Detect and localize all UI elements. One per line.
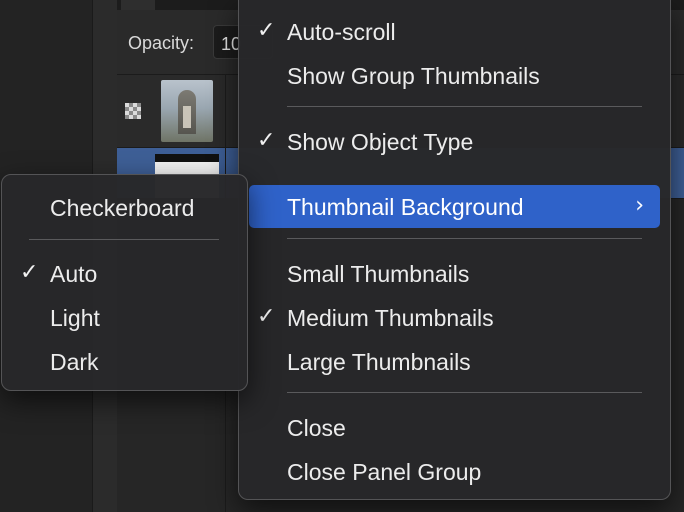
menu-item-medium-thumbnails[interactable]: ✓ Medium Thumbnails [249,296,660,338]
menu-item-show-object-type[interactable]: ✓ Show Object Type [249,120,660,162]
menu-item-label: Thumbnail Background [287,194,524,220]
menu-item-label: Medium Thumbnails [287,305,494,331]
layer-thumbnail [161,80,213,142]
menu-item-label: Close Panel Group [287,459,482,485]
menu-item-small-thumbnails[interactable]: Small Thumbnails [249,252,660,294]
checkerboard-icon[interactable] [125,103,141,119]
menu-item-show-group-thumbnails[interactable]: Show Group Thumbnails [249,54,660,96]
menu-separator [29,239,219,240]
menu-item-label: Auto-scroll [287,19,396,45]
menu-item-label: Auto [50,261,98,287]
layers-panel-menu: ✓ Auto-scroll Show Group Thumbnails ✓ Sh… [238,0,671,500]
menu-item-large-thumbnails[interactable]: Large Thumbnails [249,340,660,382]
panel-tab[interactable] [121,0,155,10]
menu-item-close[interactable]: Close [249,406,660,448]
menu-separator [287,392,642,393]
chevron-right-icon: › [635,193,644,218]
menu-item-label: Dark [50,349,99,375]
menu-item-auto-scroll[interactable]: ✓ Auto-scroll [249,10,660,52]
menu-separator [287,106,642,107]
menu-item-label: Large Thumbnails [287,349,471,375]
menu-item-thumbnail-background[interactable]: Thumbnail Background › [249,185,660,228]
checkmark-icon: ✓ [20,260,39,285]
menu-item-label: Light [50,305,100,331]
checkmark-icon: ✓ [257,128,276,153]
menu-item-label: Checkerboard [50,195,195,221]
menu-item-close-panel-group[interactable]: Close Panel Group [249,450,660,492]
opacity-label: Opacity: [128,33,195,53]
checkmark-icon: ✓ [257,304,276,329]
menu-item-label: Small Thumbnails [287,261,470,287]
submenu-item-auto[interactable]: ✓ Auto [12,252,237,294]
menu-item-label: Show Object Type [287,129,474,155]
thumbnail-background-submenu: Checkerboard ✓ Auto Light Dark [1,174,248,391]
submenu-item-dark[interactable]: Dark [12,340,237,382]
submenu-item-light[interactable]: Light [12,296,237,338]
menu-item-label: Close [287,415,346,441]
menu-separator [287,238,642,239]
checkmark-icon: ✓ [257,18,276,43]
submenu-item-checkerboard[interactable]: Checkerboard [12,186,237,228]
menu-item-label: Show Group Thumbnails [287,63,540,89]
